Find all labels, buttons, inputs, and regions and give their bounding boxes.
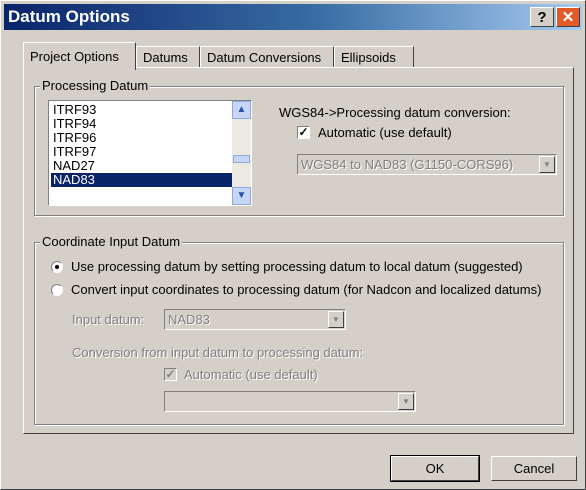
cancel-button[interactable]: Cancel: [491, 456, 577, 481]
ok-button[interactable]: OK: [390, 455, 480, 482]
list-item[interactable]: ITRF97: [51, 145, 233, 159]
list-item[interactable]: ITRF93: [51, 103, 233, 117]
input-datum-select[interactable]: NAD83 ▼: [164, 309, 346, 330]
close-button[interactable]: ✕: [556, 7, 580, 27]
input-datum-label: Input datum:: [72, 312, 145, 327]
input-automatic-label: Automatic (use default): [184, 367, 318, 382]
datum-options-dialog: Datum Options ? ✕ Project Options Datums…: [0, 0, 586, 490]
wgs84-automatic-label: Automatic (use default): [318, 125, 452, 140]
wgs84-conversion-select[interactable]: WGS84 to NAD83 (G1150-CORS96) ▼: [297, 154, 557, 175]
radio-convert-input-coordinates-label: Convert input coordinates to processing …: [71, 282, 542, 297]
scroll-down-button[interactable]: ▼: [232, 187, 251, 205]
cancel-button-label: Cancel: [513, 461, 555, 476]
wgs84-automatic-checkbox[interactable]: ✓: [297, 126, 310, 139]
input-datum-value: NAD83: [168, 312, 210, 327]
tab-project-options-label: Project Options: [30, 49, 119, 64]
chevron-up-icon: ▲: [236, 104, 247, 115]
chevron-down-icon[interactable]: ▼: [539, 156, 555, 173]
input-conversion-select[interactable]: ▼: [164, 391, 416, 412]
chevron-down-icon[interactable]: ▼: [398, 393, 414, 410]
input-conversion-label: Conversion from input datum to processin…: [72, 345, 364, 360]
scroll-thumb[interactable]: [233, 155, 250, 163]
input-automatic-checkbox[interactable]: ✓: [164, 368, 177, 381]
radio-use-processing-datum[interactable]: [51, 261, 63, 273]
tab-project-options[interactable]: Project Options: [23, 42, 136, 70]
close-icon: ✕: [561, 9, 575, 26]
list-item[interactable]: ITRF94: [51, 117, 233, 131]
ok-button-label: OK: [425, 461, 445, 476]
checkmark-icon: ✓: [298, 125, 309, 139]
coordinate-input-datum-legend: Coordinate Input Datum: [40, 234, 183, 249]
processing-datum-legend: Processing Datum: [40, 78, 151, 93]
processing-datum-list[interactable]: ITRF93 ITRF94 ITRF96 ITRF97 NAD27 NAD83 …: [48, 100, 252, 206]
radio-convert-input-coordinates[interactable]: [51, 284, 63, 296]
tab-datum-conversions[interactable]: Datum Conversions: [200, 46, 334, 68]
tab-datums[interactable]: Datums: [136, 46, 200, 68]
title-bar[interactable]: Datum Options ? ✕: [4, 4, 582, 30]
list-item[interactable]: ITRF96: [51, 131, 233, 145]
tab-ellipsoids-label: Ellipsoids: [341, 50, 396, 65]
tab-datums-label: Datums: [143, 50, 188, 65]
checkmark-icon: ✓: [165, 367, 176, 381]
list-scrollbar[interactable]: ▲ ▼: [232, 101, 251, 205]
radio-selected-dot: [55, 265, 59, 269]
list-item[interactable]: NAD27: [51, 159, 233, 173]
tab-datum-conversions-label: Datum Conversions: [207, 50, 322, 65]
wgs84-conversion-value: WGS84 to NAD83 (G1150-CORS96): [301, 157, 514, 172]
window-title: Datum Options: [8, 7, 130, 26]
chevron-down-icon: ▼: [236, 190, 247, 201]
help-button[interactable]: ?: [530, 7, 554, 27]
scroll-up-button[interactable]: ▲: [232, 101, 251, 119]
wgs84-conversion-label: WGS84->Processing datum conversion:: [279, 105, 511, 120]
radio-use-processing-datum-label: Use processing datum by setting processi…: [71, 259, 523, 274]
tab-ellipsoids[interactable]: Ellipsoids: [334, 46, 414, 68]
help-icon: ?: [537, 9, 547, 26]
list-item-selected[interactable]: NAD83: [51, 173, 233, 187]
chevron-down-icon[interactable]: ▼: [328, 311, 344, 328]
